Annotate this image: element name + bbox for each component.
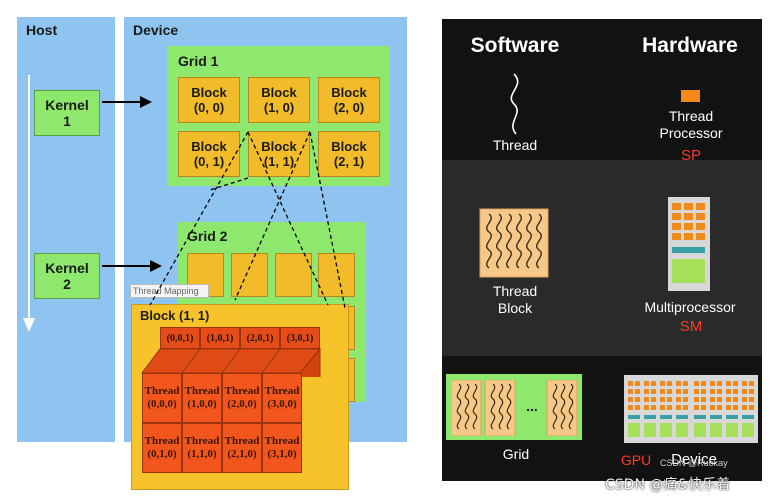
multiprocessor-label: Multiprocessor	[644, 299, 736, 315]
thread-processor-icon	[681, 90, 700, 102]
device-label: Device	[133, 22, 179, 38]
grid-1-label: Grid 1	[178, 53, 219, 69]
kernel-1-box: Kernel 1	[34, 90, 100, 136]
host-label: Host	[26, 22, 58, 38]
thread-block-icon	[479, 208, 549, 278]
mapping-dashed-lines	[149, 131, 346, 309]
thread-label: Thread	[492, 137, 538, 153]
multiprocessor-icon	[668, 197, 710, 291]
grid-thread-blocks-icon	[451, 380, 578, 436]
thread-processor-label: Thread Processor	[659, 108, 723, 141]
grid-label: Grid	[502, 446, 530, 462]
thread-0-0-0: Thread (0,0,0)	[142, 373, 182, 423]
hardware-title: Hardware	[642, 34, 738, 57]
block-0-0: Block (0, 0)	[178, 77, 240, 123]
thread-cube-top-face	[141, 347, 322, 377]
thread-1-0-0: Thread (1,0,0)	[182, 373, 222, 423]
kernel-2-box: Kernel 2	[34, 253, 100, 299]
watermark-small: CSDN @Ruokay	[660, 458, 728, 468]
thread-3-1-0: Thread (3,1,0)	[262, 423, 302, 473]
gpu-label: GPU	[620, 452, 652, 468]
block-1-0: Block (1, 0)	[248, 77, 310, 123]
software-title: Software	[470, 34, 560, 57]
gpu-device-icon	[624, 375, 758, 443]
thread-2-1-0: Thread (2,1,0)	[222, 423, 262, 473]
thread-1-1-0: Thread (1,1,0)	[182, 423, 222, 473]
watermark-large: CSDN @痛&快乐着	[605, 477, 731, 493]
sp-label: SP	[680, 147, 701, 164]
kernel1-arrow	[102, 96, 152, 108]
thread-0-1-0: Thread (0,1,0)	[142, 423, 182, 473]
sm-label: SM	[679, 318, 703, 335]
block-2-0: Block (2, 0)	[318, 77, 380, 123]
thread-2-0-0: Thread (2,0,0)	[222, 373, 262, 423]
grid-ellipsis: ...	[526, 398, 538, 414]
thread-squiggle-icon	[510, 73, 519, 135]
thread-block-label: Thread Block	[492, 283, 538, 316]
thread-3-0-0: Thread (3,0,0)	[262, 373, 302, 423]
